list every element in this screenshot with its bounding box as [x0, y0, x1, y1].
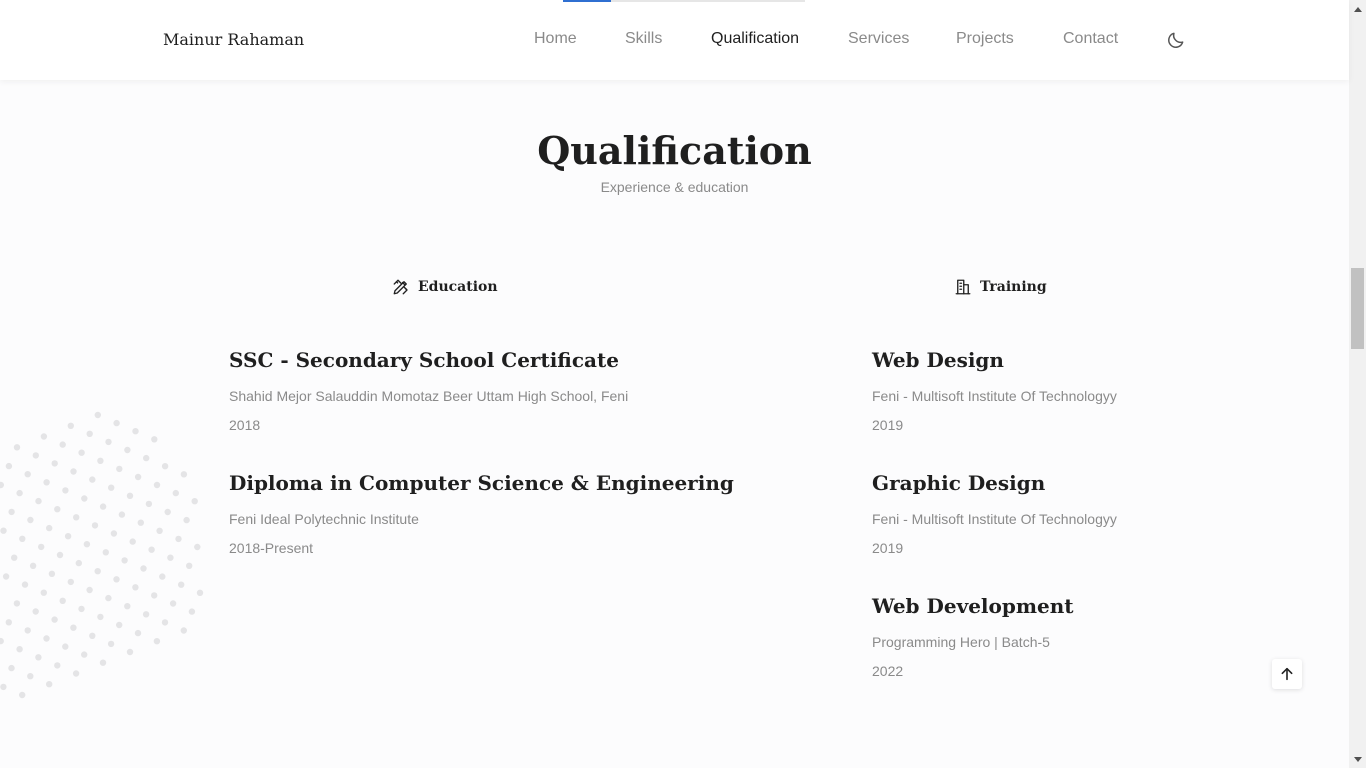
- section-subtitle: Experience & education: [600, 179, 749, 195]
- tab-training[interactable]: Training: [954, 278, 1047, 296]
- training-item: Graphic Design Feni - Multisoft Institut…: [872, 470, 1117, 557]
- building-icon: [955, 279, 971, 295]
- training-item-place: Feni - Multisoft Institute Of Technology…: [872, 511, 1117, 527]
- section-title: Qualification: [537, 128, 812, 173]
- training-item: Web Design Feni - Multisoft Institute Of…: [872, 347, 1117, 434]
- nav-link-contact[interactable]: Contact: [1063, 30, 1118, 48]
- theme-toggle-button[interactable]: [1164, 28, 1188, 52]
- education-item-date: 2018: [229, 417, 261, 433]
- training-item-title: Web Development: [872, 594, 1074, 618]
- education-item-title: SSC - Secondary School Certificate: [229, 348, 619, 372]
- nav-link-services[interactable]: Services: [848, 30, 909, 48]
- scroll-up-arrow[interactable]: [1349, 0, 1366, 17]
- education-item-place: Shahid Mejor Salauddin Momotaz Beer Utta…: [229, 388, 629, 404]
- training-item-date: 2022: [872, 663, 904, 679]
- education-item: SSC - Secondary School Certificate Shahi…: [229, 347, 628, 434]
- scrollbar-thumb[interactable]: [1351, 268, 1364, 349]
- training-item-title: Web Design: [872, 348, 1004, 372]
- training-item-date: 2019: [872, 417, 904, 433]
- scroll-up-button[interactable]: [1272, 659, 1302, 689]
- scroll-progress-bar: [563, 0, 805, 2]
- training-item-place: Programming Hero | Batch-5: [872, 634, 1050, 650]
- nav-link-home[interactable]: Home: [534, 30, 577, 48]
- page-scrollbar[interactable]: [1349, 0, 1366, 768]
- nav-link-projects[interactable]: Projects: [956, 30, 1014, 48]
- scroll-down-arrow[interactable]: [1349, 751, 1366, 768]
- decorative-dots: [0, 411, 204, 699]
- tab-education-label: Education: [418, 279, 498, 295]
- education-item: Diploma in Computer Science & Engineerin…: [229, 470, 734, 557]
- training-item-place: Feni - Multisoft Institute Of Technology…: [872, 388, 1117, 404]
- education-item-title: Diploma in Computer Science & Engineerin…: [229, 471, 734, 495]
- education-item-place: Feni Ideal Polytechnic Institute: [229, 511, 419, 527]
- nav-link-skills[interactable]: Skills: [625, 30, 662, 48]
- education-pen-ruler-icon: [393, 279, 408, 295]
- training-item-date: 2019: [872, 540, 904, 556]
- moon-icon: [1168, 32, 1184, 48]
- tab-education[interactable]: Education: [392, 278, 498, 296]
- training-item: Web Development Programming Hero | Batch…: [872, 593, 1074, 680]
- training-item-title: Graphic Design: [872, 471, 1046, 495]
- header: Mainur Rahaman Home Skills Qualification…: [0, 0, 1349, 80]
- scroll-progress-fill: [563, 0, 612, 2]
- education-item-date: 2018-Present: [229, 540, 314, 556]
- tab-training-label: Training: [980, 279, 1047, 295]
- logo-link[interactable]: Mainur Rahaman: [163, 30, 304, 49]
- nav-link-qualification[interactable]: Qualification: [711, 30, 799, 48]
- arrow-up-icon: [1281, 667, 1293, 681]
